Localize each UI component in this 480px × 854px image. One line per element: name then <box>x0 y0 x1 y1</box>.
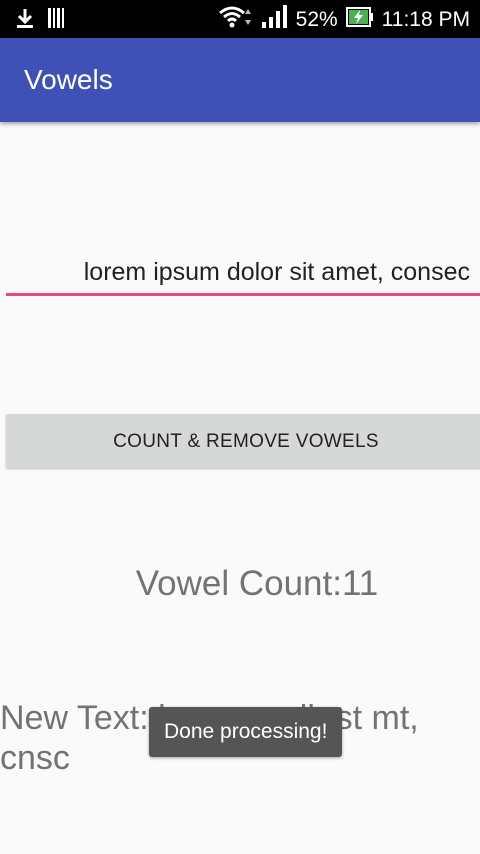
clock: 11:18 PM <box>381 7 470 31</box>
download-icon <box>16 7 34 34</box>
status-bar: 52% 11:18 PM <box>0 0 480 38</box>
status-right: 52% 11:18 PM <box>218 5 470 34</box>
toast-message: Done processing! <box>149 707 343 757</box>
app-bar: Vowels <box>0 38 480 122</box>
wifi-icon <box>218 5 254 34</box>
status-left <box>16 7 66 34</box>
app-title: Vowels <box>24 64 113 95</box>
battery-percent: 52% <box>295 7 338 31</box>
battery-charging-icon <box>345 6 374 33</box>
text-input-field[interactable]: lorem ipsum dolor sit amet, consec <box>6 254 480 296</box>
vowel-count-label: Vowel Count:11 <box>135 564 379 603</box>
count-remove-vowels-button[interactable]: COUNT & REMOVE VOWELS <box>6 414 480 468</box>
text-input-value: lorem ipsum dolor sit amet, consec <box>83 258 470 286</box>
barcode-icon <box>48 7 66 34</box>
signal-icon <box>261 5 288 34</box>
